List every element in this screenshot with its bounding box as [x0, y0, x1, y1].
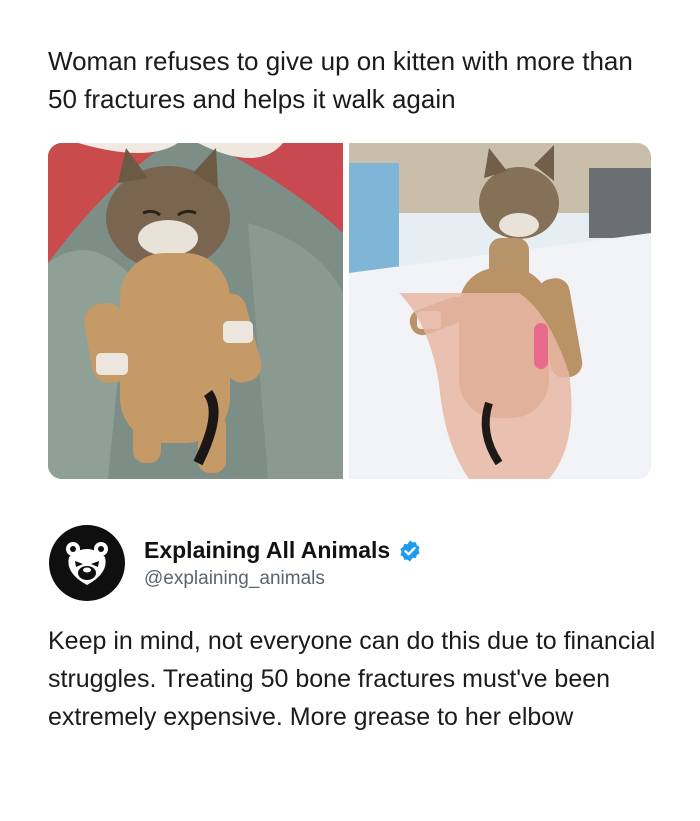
bear-face-icon — [66, 542, 108, 585]
kitten-bandaged-lying-image — [48, 143, 343, 479]
tweet-text: Keep in mind, not everyone can do this d… — [48, 627, 656, 731]
kitten-bandaged-held-image — [349, 143, 651, 479]
post-headline: Woman refuses to give up on kitten with … — [48, 46, 633, 114]
account-name[interactable]: Explaining All Animals — [144, 537, 422, 564]
account-handle[interactable]: @explaining_animals — [144, 568, 325, 590]
photo-gallery[interactable] — [48, 143, 651, 479]
account-avatar[interactable] — [49, 525, 125, 601]
photo-kitten-held[interactable] — [349, 143, 651, 479]
account-name-text[interactable]: Explaining All Animals — [144, 537, 390, 564]
photo-kitten-lying[interactable] — [48, 143, 343, 479]
verified-badge-icon — [400, 540, 420, 561]
